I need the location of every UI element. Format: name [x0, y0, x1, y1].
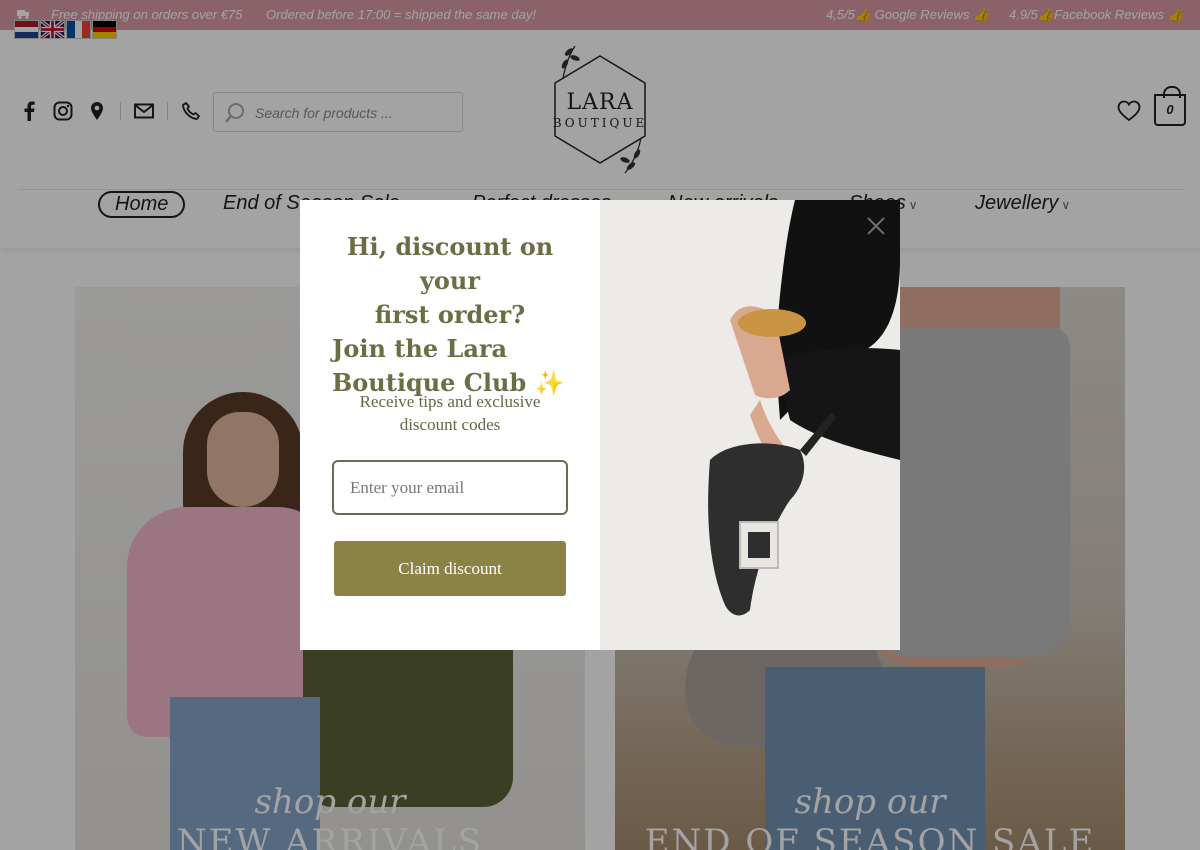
email-field[interactable]: Enter your email	[332, 460, 568, 515]
close-icon[interactable]	[863, 213, 889, 239]
heading-line: first order?	[374, 300, 526, 329]
popup-heading: Hi, discount on your first order? Join t…	[332, 230, 568, 400]
shoe-photo	[600, 200, 900, 650]
discount-popup: Hi, discount on your first order? Join t…	[300, 200, 900, 650]
popup-subtitle: Receive tips and exclusive discount code…	[359, 392, 541, 434]
claim-discount-button[interactable]: Claim discount	[334, 541, 566, 596]
heading-line: Join the Lara	[332, 334, 508, 363]
heading-line: Hi, discount on your	[346, 232, 554, 295]
